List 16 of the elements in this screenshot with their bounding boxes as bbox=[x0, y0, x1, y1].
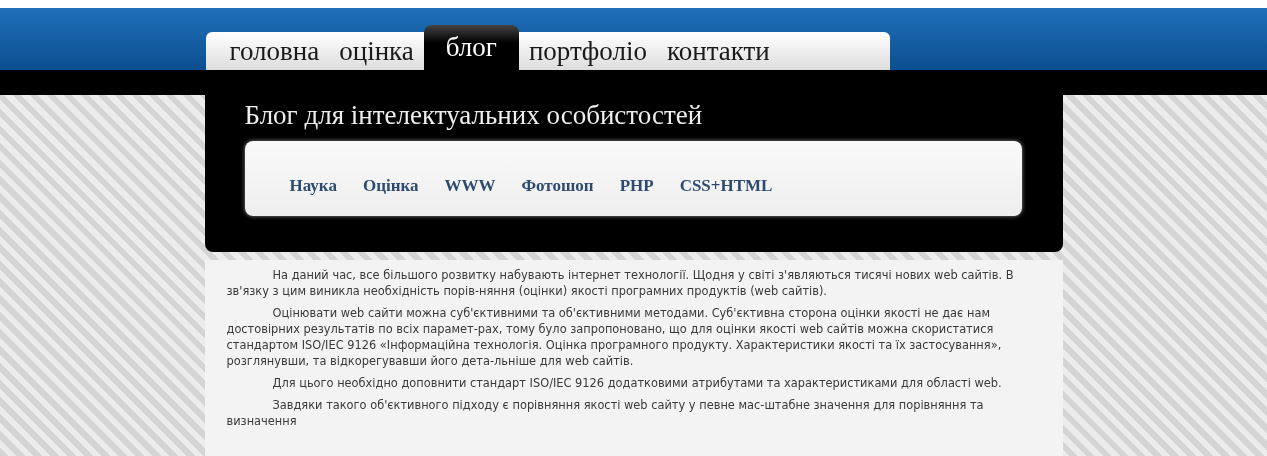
nav-tab[interactable]: оцінка bbox=[329, 32, 424, 70]
category-link[interactable]: Оцінка bbox=[362, 175, 419, 196]
nav-tab[interactable]: блог bbox=[423, 25, 519, 70]
article-paragraph: Завдяки такого об'єктивного підходу є порівняння якості web сайту у певне мас-штабне значення для порівняння та визначення bbox=[226, 397, 985, 429]
category-link[interactable]: CSS+HTML bbox=[679, 175, 773, 196]
nav-tab[interactable]: портфоліо bbox=[518, 32, 657, 70]
article-paragraph: На даний час, все більшого розвитку набувають інтернет технології. Щодня у світі з'являються тисячі нових web сайтів. В зв'язку з цим виникла необхідність порів-няння (оцінки) якості програмних продуктів (web сайтів). bbox=[226, 267, 1015, 299]
article-paragraph: Для цього необхідно доповнити стандарт ISO/IEC 9126 додатковими атрибутами та характеристиками для області web. bbox=[271, 375, 1003, 391]
article-paragraph: Оцінювати web сайти можна суб'єктивними та об'єктивними методами. Суб'єктивна сторона оцінки якості не дає нам достовірних результатів по всіх парамет-рах, тому було запропоновано, що для оцінки якості web сайтів можна скористатися стандартом ISO/IEC 9126 «Інформаційна технологія. Оцінка програмного продукту. Характеристики якості та їх застосування», розглянувши, та відкорегувавши його дета-льніше для web сайтів. bbox=[226, 305, 1003, 369]
category-link[interactable]: PHP bbox=[619, 175, 654, 196]
nav-tab[interactable]: контакти bbox=[656, 32, 890, 70]
category-link[interactable]: Фотошоп bbox=[521, 175, 594, 196]
category-link[interactable]: Наука bbox=[289, 175, 337, 196]
category-link[interactable]: WWW bbox=[444, 175, 496, 196]
nav-tab[interactable]: головна bbox=[205, 32, 330, 70]
blog-title: Блог для інтелектуальних особистостей bbox=[244, 100, 704, 131]
